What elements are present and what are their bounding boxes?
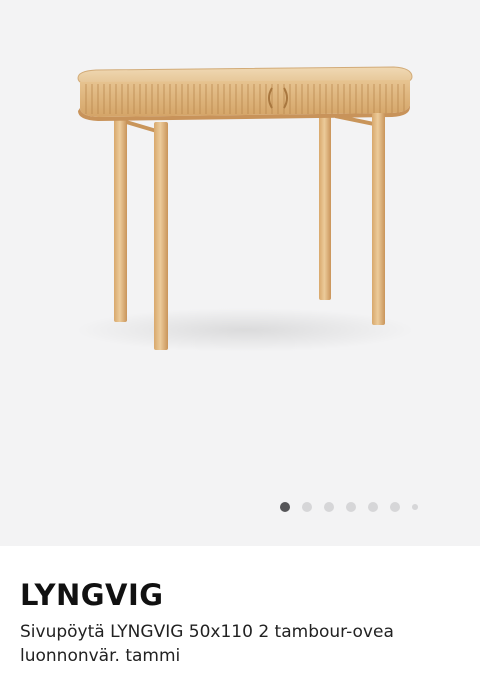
carousel-pagination [280,502,418,512]
product-image-console-table [75,66,415,352]
carousel-dot-6[interactable] [390,502,400,512]
product-title: LYNGVIG [20,578,164,612]
carousel-dot-7[interactable] [412,504,418,510]
carousel-dot-4[interactable] [346,502,356,512]
carousel-dot-2[interactable] [302,502,312,512]
product-image-carousel[interactable] [0,0,480,546]
carousel-dot-3[interactable] [324,502,334,512]
product-info: LYNGVIG Sivupöytä LYNGVIG 50x110 2 tambo… [20,576,466,668]
carousel-dot-1[interactable] [280,502,290,512]
carousel-dot-5[interactable] [368,502,378,512]
product-description: Sivupöytä LYNGVIG 50x110 2 tambour-ovea … [20,622,394,666]
product-page: LYNGVIG Sivupöytä LYNGVIG 50x110 2 tambo… [0,0,480,678]
